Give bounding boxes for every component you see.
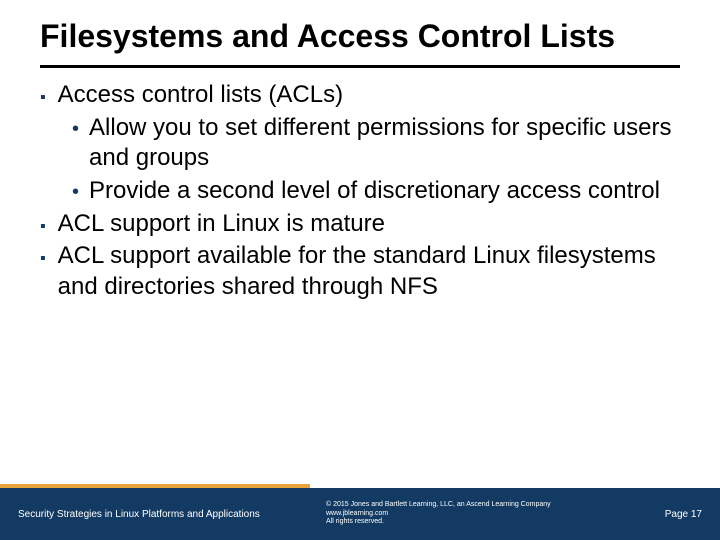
square-bullet-icon: ▪ bbox=[40, 217, 46, 240]
slide-body: ▪ Access control lists (ACLs) • Allow yo… bbox=[0, 78, 720, 488]
page-number: Page 17 bbox=[665, 509, 720, 520]
square-bullet-icon: ▪ bbox=[40, 249, 46, 302]
bullet-text: Allow you to set different permissions f… bbox=[89, 113, 680, 174]
bullet-text: Provide a second level of discretionary … bbox=[89, 176, 660, 207]
accent-bar bbox=[0, 484, 310, 488]
square-bullet-icon: ▪ bbox=[40, 88, 46, 111]
title-divider bbox=[40, 65, 680, 68]
slide-footer: Security Strategies in Linux Platforms a… bbox=[0, 488, 720, 540]
rights-line: All rights reserved. bbox=[326, 518, 665, 526]
bullet-level1: ▪ ACL support in Linux is mature bbox=[40, 209, 680, 240]
copyright-line: © 2015 Jones and Bartlett Learning, LLC,… bbox=[326, 501, 665, 509]
footer-copyright: © 2015 Jones and Bartlett Learning, LLC,… bbox=[320, 501, 665, 526]
bullet-level2: • Allow you to set different permissions… bbox=[72, 113, 680, 174]
dot-bullet-icon: • bbox=[72, 180, 79, 207]
bullet-level1: ▪ Access control lists (ACLs) bbox=[40, 80, 680, 111]
bullet-level2: • Provide a second level of discretionar… bbox=[72, 176, 680, 207]
bullet-text: Access control lists (ACLs) bbox=[58, 80, 343, 111]
bullet-text: ACL support in Linux is mature bbox=[58, 209, 385, 240]
slide: Filesystems and Access Control Lists ▪ A… bbox=[0, 0, 720, 540]
bullet-text: ACL support available for the standard L… bbox=[58, 241, 680, 302]
bullet-level1: ▪ ACL support available for the standard… bbox=[40, 241, 680, 302]
slide-title: Filesystems and Access Control Lists bbox=[0, 0, 720, 59]
footer-course-title: Security Strategies in Linux Platforms a… bbox=[0, 509, 320, 520]
dot-bullet-icon: • bbox=[72, 117, 79, 174]
site-line: www.jblearning.com bbox=[326, 510, 665, 518]
